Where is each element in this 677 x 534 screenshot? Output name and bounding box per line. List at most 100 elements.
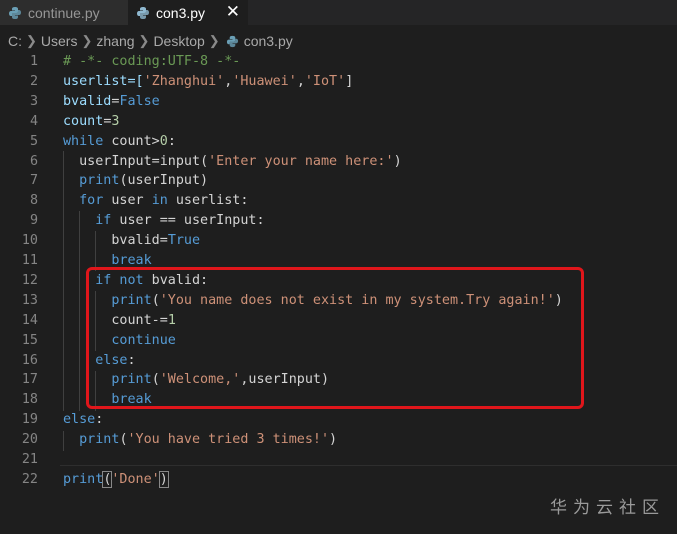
code-text: count=3 bbox=[63, 112, 119, 132]
line-number: 12 bbox=[21, 272, 38, 288]
code-line[interactable]: 8 for user in userlist: bbox=[0, 191, 677, 211]
line-number: 7 bbox=[29, 173, 38, 189]
code-text: while count>0: bbox=[63, 132, 176, 152]
line-number: 21 bbox=[21, 452, 38, 467]
line-number: 17 bbox=[21, 372, 38, 388]
code-token: count> bbox=[103, 133, 160, 149]
chevron-right-icon: ❯ bbox=[26, 33, 37, 48]
code-text: for user in userlist: bbox=[63, 191, 248, 211]
code-text: if user == userInput: bbox=[63, 211, 265, 231]
watermark: 华为云社区 bbox=[550, 498, 665, 517]
code-token: else bbox=[63, 412, 96, 428]
line-number: 16 bbox=[21, 352, 38, 368]
code-token: input bbox=[159, 153, 201, 169]
code-token: count bbox=[63, 113, 104, 129]
code-token: while bbox=[63, 133, 104, 149]
line-number: 2 bbox=[29, 73, 38, 89]
code-token: 0 bbox=[159, 133, 168, 149]
line-number: 13 bbox=[21, 292, 38, 308]
python-file-icon bbox=[9, 6, 21, 19]
close-icon[interactable]: ✕ bbox=[226, 2, 240, 22]
tab-bar: continue.py con3.py ✕ bbox=[0, 0, 677, 25]
code-line[interactable]: 19 else: bbox=[0, 410, 677, 430]
line-number: 8 bbox=[29, 193, 38, 209]
breadcrumb-item[interactable]: C: bbox=[8, 33, 22, 49]
code-token: userlist=[ bbox=[63, 73, 144, 89]
code-text: # -*- coding:UTF-8 -*- bbox=[63, 52, 240, 72]
code-token: print bbox=[63, 471, 104, 487]
code-line[interactable]: 6 userInput=input('Enter your name here:… bbox=[0, 152, 677, 172]
tab-label: continue.py bbox=[28, 4, 100, 21]
code-text: else: bbox=[63, 410, 103, 430]
code-token: : bbox=[167, 133, 176, 149]
code-line[interactable]: 20 print('You have tried 3 times!') bbox=[0, 430, 677, 450]
code-line[interactable]: 10 bvalid=True bbox=[0, 231, 677, 251]
line-number: 11 bbox=[21, 253, 38, 268]
code-token: 'You have tried 3 times!' bbox=[127, 432, 330, 448]
line-number: 6 bbox=[29, 153, 38, 169]
code-token: userInput= bbox=[63, 153, 160, 169]
line-number: 10 bbox=[21, 233, 38, 249]
code-line[interactable]: 3 bvalid=False bbox=[0, 92, 677, 112]
code-token: in bbox=[151, 193, 168, 209]
code-token: 'Zhanghui' bbox=[143, 73, 225, 89]
line-number: 5 bbox=[29, 133, 38, 149]
code-token: for bbox=[79, 193, 104, 209]
code-token: , bbox=[296, 73, 305, 89]
code-text: print(userInput) bbox=[63, 171, 208, 191]
code-token: user == userInput: bbox=[111, 213, 265, 229]
code-text: userInput=input('Enter your name here:') bbox=[63, 152, 402, 172]
code-line[interactable]: 1 # -*- coding:UTF-8 -*- bbox=[0, 52, 677, 72]
code-token: : bbox=[95, 412, 104, 428]
code-token: 'Done' bbox=[111, 471, 160, 487]
code-line[interactable]: 4 count=3 bbox=[0, 112, 677, 132]
code-token: ] bbox=[345, 73, 354, 89]
code-token: 3 bbox=[111, 113, 120, 129]
code-token: ) bbox=[393, 153, 402, 169]
code-text: userlist=['Zhanghui','Huawei','IoT'] bbox=[63, 72, 353, 92]
code-line[interactable]: 7 print(userInput) bbox=[0, 171, 677, 191]
code-token: False bbox=[119, 93, 160, 109]
code-token: True bbox=[167, 233, 201, 249]
tab-continue-py[interactable]: continue.py bbox=[0, 0, 128, 25]
code-token: ) bbox=[158, 470, 169, 488]
current-line-highlight bbox=[60, 465, 677, 466]
code-line[interactable]: 21 bbox=[0, 450, 677, 470]
line-number: 20 bbox=[21, 432, 38, 448]
code-token: break bbox=[111, 253, 152, 268]
chevron-right-icon: ❯ bbox=[81, 33, 93, 48]
code-token: ( bbox=[119, 432, 128, 448]
code-line[interactable]: 2 userlist=['Zhanghui','Huawei','IoT'] bbox=[0, 72, 677, 92]
breadcrumb-item-current[interactable]: con3.py bbox=[244, 33, 293, 49]
code-token: 'Enter your name here:' bbox=[208, 153, 394, 169]
line-number: 18 bbox=[21, 392, 38, 408]
code-line[interactable]: 5 while count>0: bbox=[0, 132, 677, 152]
code-token: bvalid= bbox=[63, 233, 168, 249]
line-number: 22 bbox=[21, 471, 38, 487]
python-file-icon bbox=[226, 35, 238, 47]
code-token: print bbox=[79, 432, 120, 448]
code-text: bvalid=True bbox=[63, 231, 200, 251]
breadcrumb-item[interactable]: zhang bbox=[96, 33, 134, 49]
chevron-right-icon: ❯ bbox=[138, 33, 150, 48]
line-number: 1 bbox=[29, 54, 38, 69]
code-token: ) bbox=[329, 432, 338, 448]
breadcrumb: C: ❯ Users ❯ zhang ❯ Desktop ❯ con3.py bbox=[0, 29, 677, 53]
code-token: print bbox=[79, 173, 120, 189]
line-number: 9 bbox=[29, 213, 38, 229]
code-token: userlist: bbox=[167, 193, 249, 209]
breadcrumb-item[interactable]: Desktop bbox=[153, 33, 204, 49]
code-text: print('Done') bbox=[63, 470, 169, 490]
code-line[interactable]: 9 if user == userInput: bbox=[0, 211, 677, 231]
code-line[interactable]: 22 print('Done') bbox=[0, 470, 677, 490]
line-number: 19 bbox=[21, 412, 38, 428]
code-token: 'IoT' bbox=[304, 73, 346, 89]
breadcrumb-item[interactable]: Users bbox=[41, 33, 78, 49]
python-file-icon bbox=[137, 6, 149, 19]
tab-con3-py[interactable]: con3.py ✕ bbox=[128, 0, 248, 25]
line-number: 4 bbox=[29, 113, 38, 129]
line-number: 15 bbox=[21, 332, 38, 348]
